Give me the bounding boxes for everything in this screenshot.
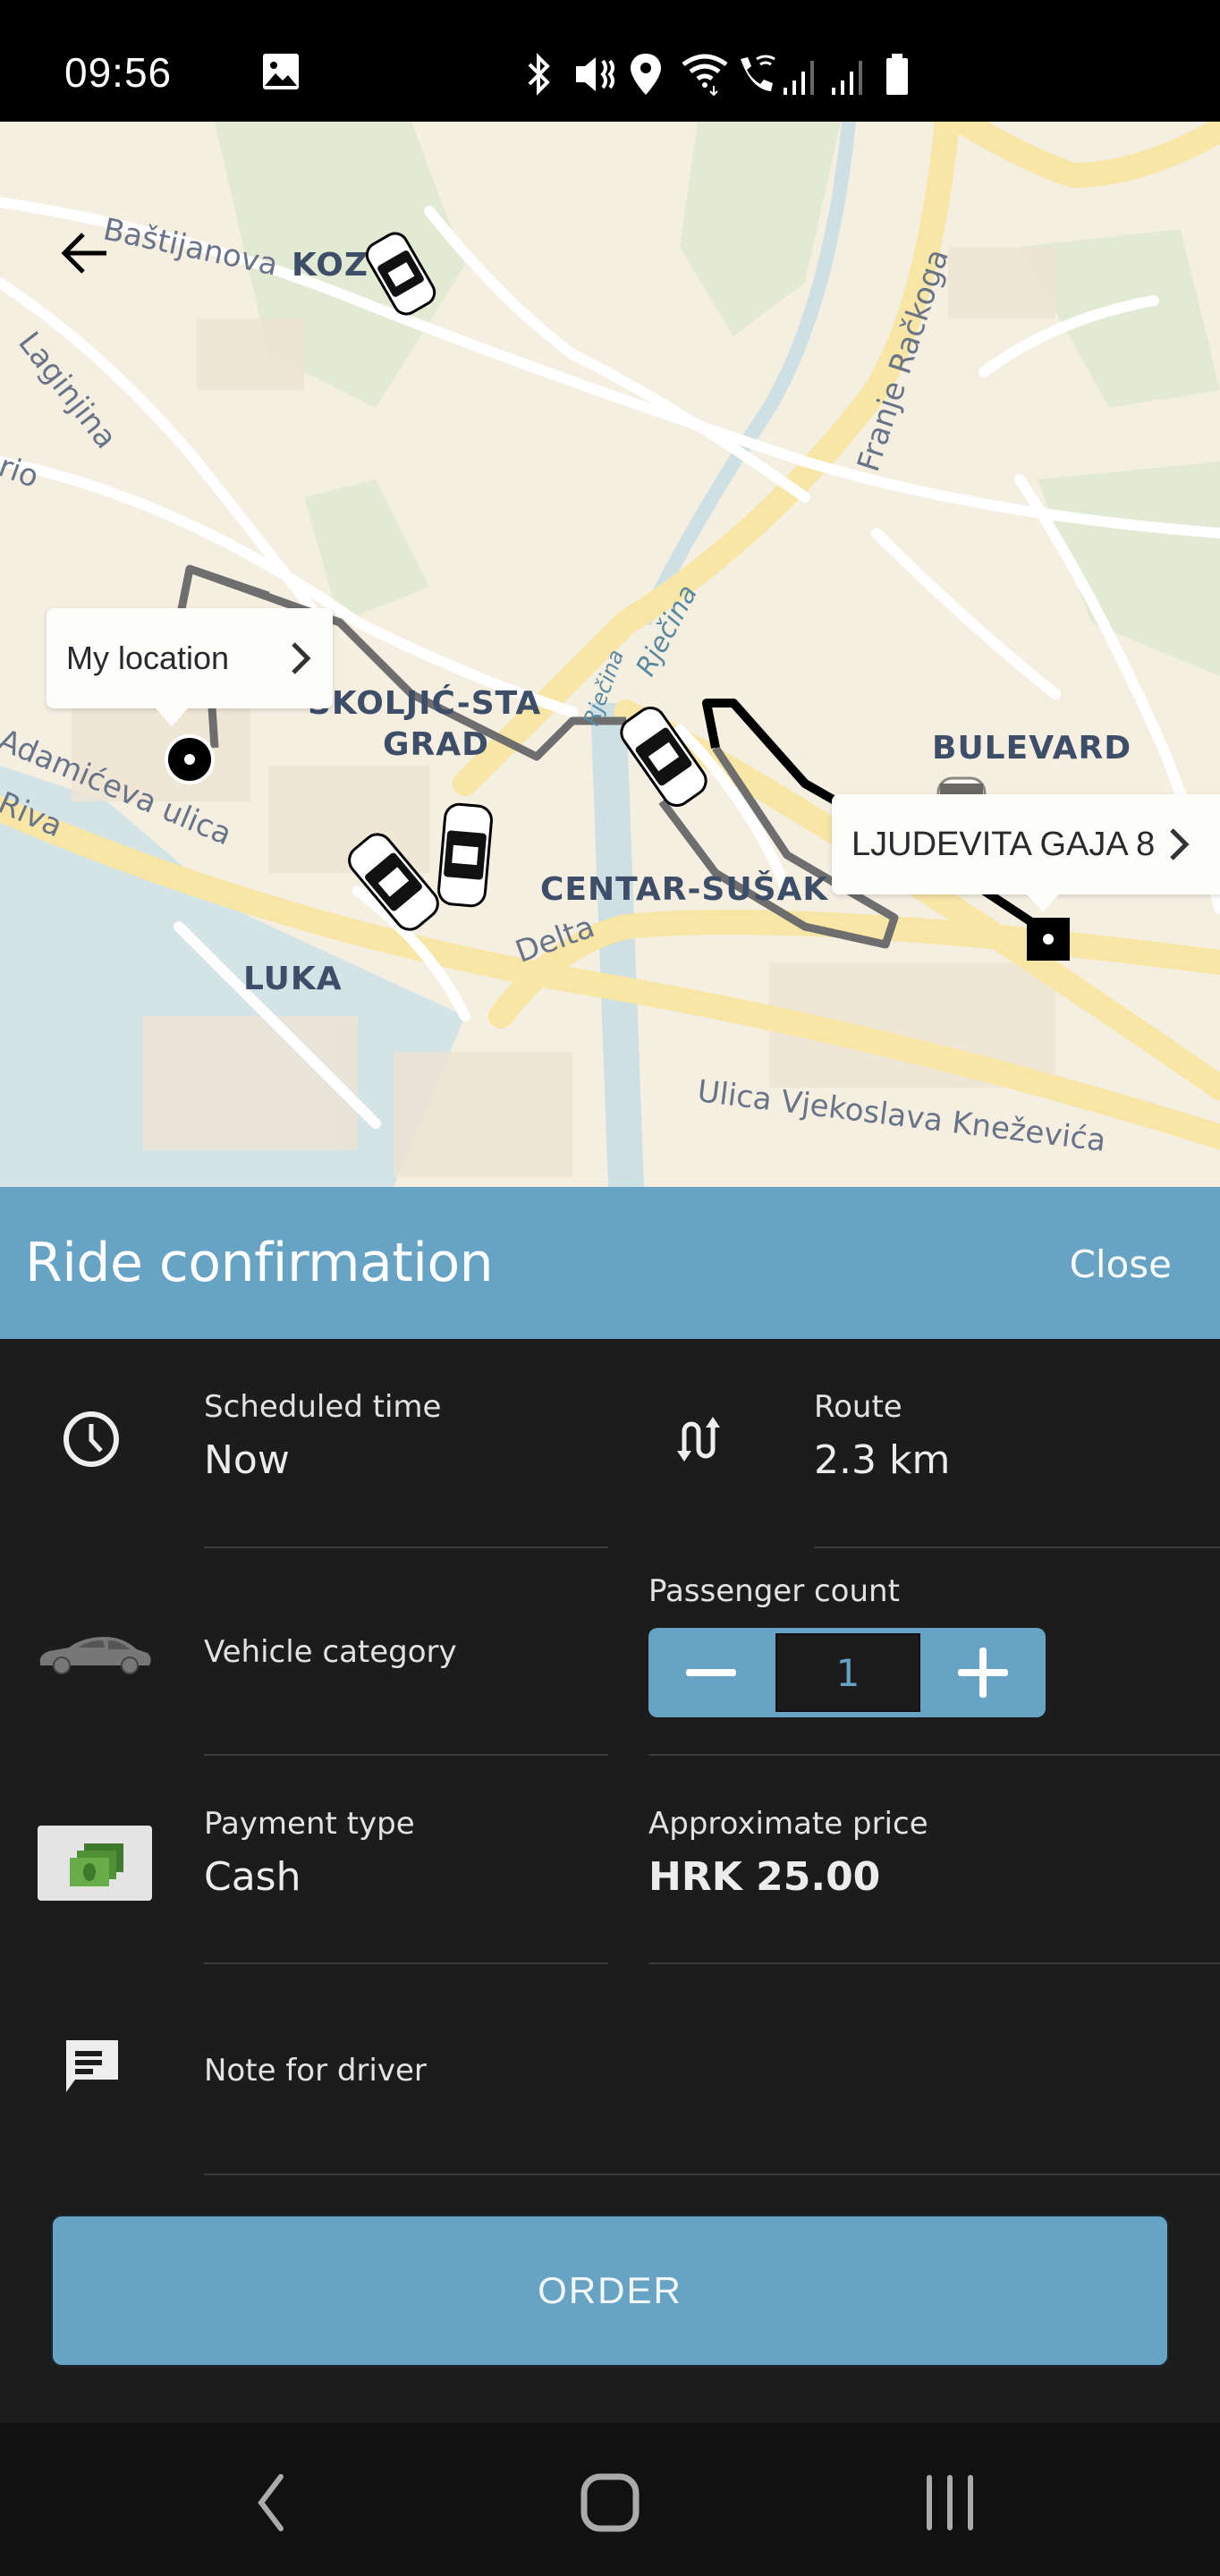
map-label-district: BULEVARD bbox=[932, 730, 1132, 767]
divider bbox=[204, 1754, 608, 1756]
nav-home-icon bbox=[580, 2473, 640, 2532]
route-label: Route bbox=[814, 1389, 902, 1425]
gallery-icon bbox=[261, 52, 301, 95]
divider bbox=[204, 2174, 1220, 2175]
chevron-right-icon bbox=[1166, 825, 1191, 873]
destination-bubble[interactable]: LJUDEVITA GAJA 8 bbox=[832, 794, 1220, 912]
signal-icon bbox=[780, 52, 821, 100]
back-button[interactable] bbox=[54, 222, 116, 284]
map-label-district: GRAD bbox=[383, 726, 490, 763]
passenger-count-label: Passenger count bbox=[648, 1573, 900, 1609]
note-for-driver-label: Note for driver bbox=[204, 2053, 427, 2089]
status-bar: 09:56 bbox=[0, 0, 1220, 122]
destination-marker bbox=[1027, 918, 1070, 961]
car-icon bbox=[36, 1627, 154, 1681]
plus-icon bbox=[958, 1648, 1008, 1698]
map-label-district: LUKA bbox=[243, 961, 343, 997]
nav-back-button[interactable] bbox=[225, 2462, 315, 2543]
nav-recents-icon bbox=[927, 2475, 973, 2530]
chevron-right-icon bbox=[288, 639, 313, 686]
divider bbox=[204, 1546, 608, 1548]
map-label-district: ŠKOLJIĆ-STA bbox=[308, 685, 542, 722]
passenger-count-value[interactable]: 1 bbox=[775, 1633, 920, 1712]
nav-recents-button[interactable] bbox=[905, 2462, 995, 2543]
ride-details: Scheduled time Now Route 2.3 km Vehicle … bbox=[0, 1339, 1220, 2423]
signal-icon bbox=[828, 52, 869, 100]
wifi-icon bbox=[680, 52, 730, 100]
pickup-location-bubble[interactable]: My location bbox=[47, 608, 333, 726]
note-icon bbox=[61, 2037, 123, 2099]
scheduled-time-label: Scheduled time bbox=[204, 1389, 442, 1425]
minus-icon bbox=[686, 1669, 736, 1676]
payment-type-label: Payment type bbox=[204, 1806, 415, 1842]
divider bbox=[648, 1962, 1220, 1964]
wifi-calling-icon bbox=[735, 52, 780, 100]
map[interactable]: Baštijanova KOZ Laginjina rio Adamićeva … bbox=[0, 122, 1220, 1187]
bluetooth-icon bbox=[521, 52, 556, 100]
arrow-left-icon bbox=[61, 233, 106, 274]
destination-label: LJUDEVITA GAJA 8 bbox=[851, 825, 1156, 863]
system-nav-bar bbox=[0, 2423, 1220, 2576]
close-button[interactable]: Close bbox=[1070, 1242, 1172, 1286]
vehicle-category-label: Vehicle category bbox=[204, 1634, 457, 1670]
taxi-car-marker bbox=[437, 802, 493, 908]
route-icon bbox=[669, 1411, 728, 1470]
divider bbox=[648, 1754, 1220, 1756]
clock-icon bbox=[59, 1407, 123, 1471]
order-button[interactable]: ORDER bbox=[51, 2215, 1169, 2367]
pickup-location-label: My location bbox=[66, 640, 230, 676]
decrement-button[interactable] bbox=[648, 1628, 774, 1717]
route-value: 2.3 km bbox=[814, 1437, 951, 1483]
page-title: Ride confirmation bbox=[25, 1232, 494, 1294]
divider bbox=[814, 1546, 1220, 1548]
mute-icon bbox=[572, 52, 617, 100]
increment-button[interactable] bbox=[920, 1628, 1046, 1717]
map-label-district: CENTAR-SUŠAK bbox=[540, 871, 829, 908]
map-label-district: KOZ bbox=[292, 247, 369, 284]
battery-icon bbox=[884, 52, 911, 100]
status-time: 09:56 bbox=[64, 49, 173, 96]
approximate-price-label: Approximate price bbox=[648, 1806, 928, 1842]
pickup-marker bbox=[165, 734, 215, 784]
ride-confirmation-header: Ride confirmation Close bbox=[0, 1187, 1220, 1339]
payment-type-value: Cash bbox=[204, 1854, 301, 1900]
nav-back-icon bbox=[258, 2474, 284, 2531]
passenger-count-stepper: 1 bbox=[648, 1628, 1046, 1717]
nav-home-button[interactable] bbox=[565, 2462, 655, 2543]
cash-icon bbox=[38, 1826, 152, 1901]
divider bbox=[204, 1962, 608, 1964]
location-icon bbox=[628, 52, 664, 100]
approximate-price-value: HRK 25.00 bbox=[648, 1854, 881, 1900]
scheduled-time-value: Now bbox=[204, 1437, 290, 1483]
